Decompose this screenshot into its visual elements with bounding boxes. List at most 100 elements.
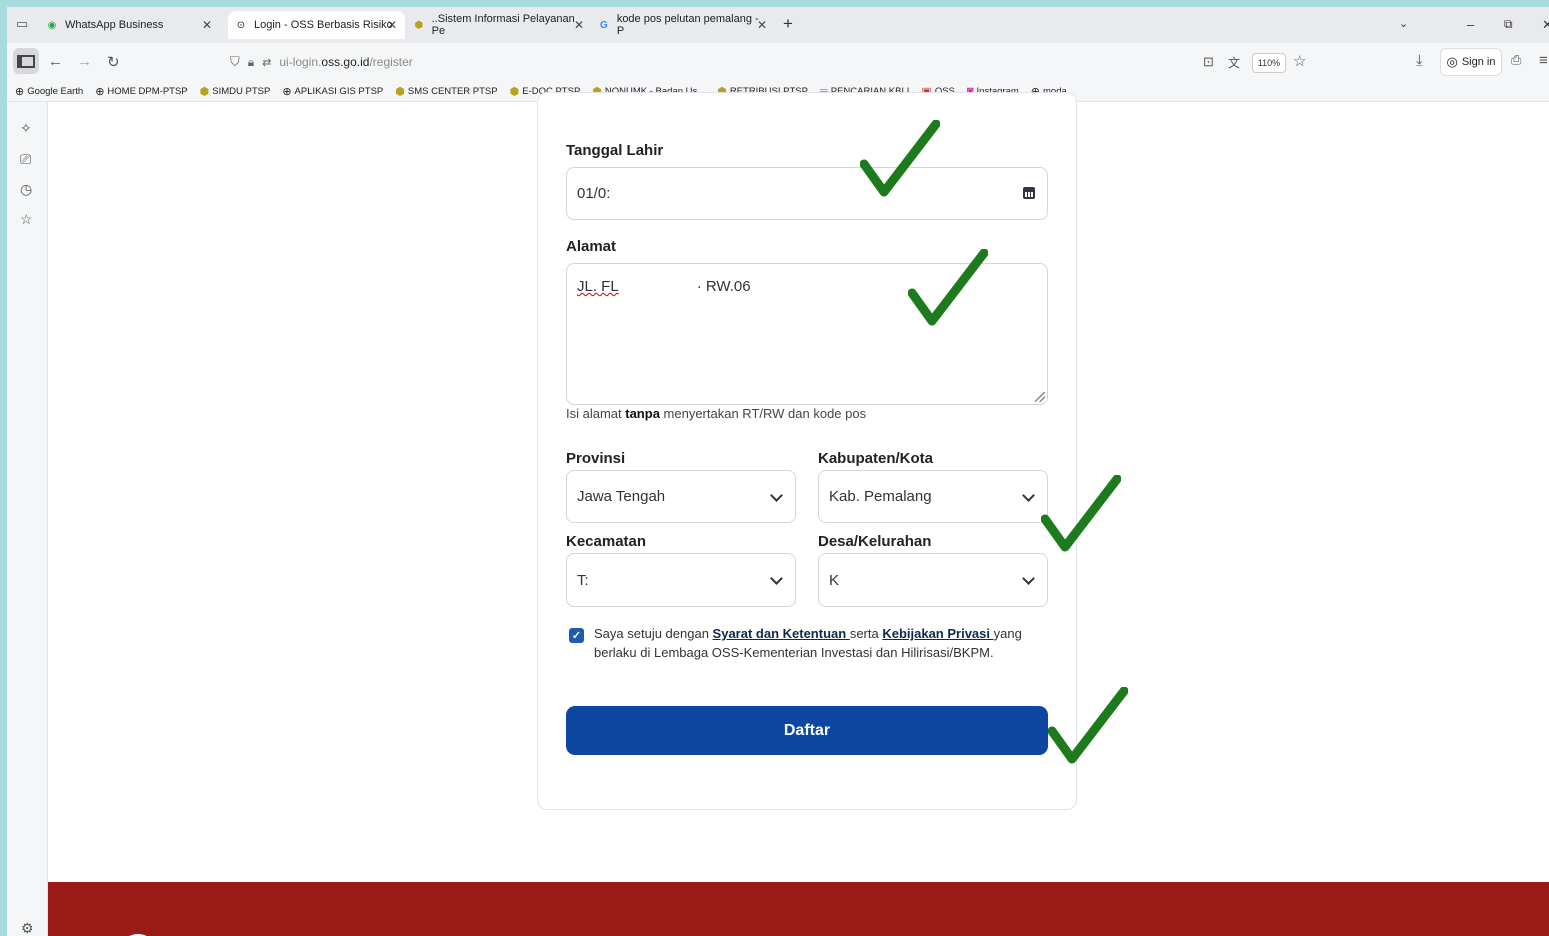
- desa-value: K: [829, 571, 840, 589]
- globe-icon: ⊙: [236, 19, 246, 31]
- emblem-icon: ⬢: [199, 85, 210, 98]
- chevron-down-icon: [1022, 488, 1035, 502]
- help-bold: tanpa: [625, 406, 660, 421]
- footer-logo-icon: [129, 934, 147, 936]
- kecamatan-label: Kecamatan: [566, 533, 647, 550]
- emblem-icon: ⬢: [395, 85, 405, 98]
- kabupaten-value: Kab. Pemalang: [829, 488, 932, 505]
- tab-title: WhatsApp Business: [65, 19, 164, 31]
- resize-handle[interactable]: [1035, 392, 1045, 402]
- provinsi-label: Provinsi: [566, 450, 626, 467]
- sidebar-icon: [17, 54, 35, 68]
- alamat-help-text: Isi alamat tanpa menyertakan RT/RW dan k…: [566, 406, 866, 421]
- translate-icon[interactable]: 文: [1228, 54, 1240, 71]
- star-icon[interactable]: ☆: [20, 211, 33, 228]
- close-icon[interactable]: ✕: [387, 18, 397, 32]
- agree-text: Saya setuju dengan Syarat dan Ketentuan …: [594, 624, 1054, 662]
- address-bar[interactable]: ⛉ 🔒︎ ⇄ ui-login. oss.go.id/register: [222, 48, 1312, 76]
- menu-icon[interactable]: ≡: [1539, 52, 1548, 69]
- reload-button[interactable]: ↻: [107, 53, 120, 71]
- bookmark-item[interactable]: ⊕ HOME DPM-PTSP: [95, 85, 187, 98]
- browser-sidebar: ✧ ⎚ ◷ ☆ ⚙: [7, 102, 48, 936]
- ai-sparkle-icon[interactable]: ✧: [20, 120, 32, 137]
- minimize-button[interactable]: –: [1467, 17, 1474, 32]
- provinsi-select[interactable]: Jawa Tengah: [566, 470, 796, 523]
- tab-title: ..Sistem Informasi Pelayanan Pe: [431, 13, 575, 37]
- download-icon[interactable]: ⤓: [1416, 52, 1423, 69]
- daftar-button[interactable]: Daftar: [566, 706, 1048, 755]
- checkmark-icon: ✓: [571, 630, 582, 642]
- sign-in-button[interactable]: ◎ Sign in: [1440, 48, 1502, 76]
- star-icon[interactable]: ☆: [1293, 52, 1306, 70]
- tab-sistem-informasi[interactable]: ⬢ ..Sistem Informasi Pelayanan Pe ✕: [412, 11, 587, 39]
- google-icon: G: [600, 19, 608, 31]
- terms-link[interactable]: Syarat dan Ketentuan: [713, 626, 850, 641]
- page-footer: [48, 882, 1549, 936]
- window-close-button[interactable]: ✕: [1542, 17, 1549, 33]
- tab-whatsapp[interactable]: ◉ WhatsApp Business ✕: [45, 11, 220, 39]
- close-icon[interactable]: ✕: [574, 18, 584, 32]
- tab-title: kode pos pelutan pemalang - P: [616, 13, 759, 37]
- calendar-icon[interactable]: [1023, 186, 1035, 199]
- tab-kode-pos[interactable]: G kode pos pelutan pemalang - P ✕: [597, 11, 767, 39]
- new-tab-button[interactable]: +: [783, 14, 793, 34]
- agree-checkbox[interactable]: ✓: [569, 628, 584, 643]
- bookmark-item[interactable]: ⬢ SMS CENTER PTSP: [395, 85, 497, 98]
- alamat-value-part1: JL. FL: [577, 278, 619, 295]
- tab-overview-icon[interactable]: ▭: [16, 16, 28, 32]
- gear-icon[interactable]: ⚙: [21, 920, 34, 936]
- emblem-icon: ⬢: [414, 19, 424, 31]
- alamat-value-part2: · RW.06: [696, 278, 751, 295]
- globe-icon: ⊕: [15, 85, 25, 98]
- globe-icon: ⊕: [95, 85, 105, 98]
- lock-icon: 🔒︎: [247, 54, 255, 69]
- registration-card: Tanggal Lahir 01/0: Alamat JL. FL · RW.0…: [537, 92, 1077, 810]
- tanggal-lahir-input[interactable]: 01/0:: [566, 167, 1048, 220]
- desa-select[interactable]: K: [818, 553, 1048, 607]
- bookmark-item[interactable]: ⬢ SIMDU PTSP: [200, 85, 271, 98]
- url-path: /register: [369, 55, 413, 69]
- close-icon[interactable]: ✕: [757, 18, 767, 32]
- bookmark-label: SIMDU PTSP: [212, 85, 271, 97]
- tab-title: Login - OSS Berbasis Risiko: [254, 19, 393, 31]
- bookmark-label: SMS CENTER PTSP: [407, 85, 498, 97]
- chevron-down-icon: [770, 488, 783, 502]
- bookmark-label: Google Earth: [27, 85, 84, 97]
- chevron-down-icon: [1022, 572, 1035, 585]
- sidebar-toggle-button[interactable]: [13, 48, 39, 74]
- page-content: Tanggal Lahir 01/0: Alamat JL. FL · RW.0…: [48, 92, 1549, 936]
- help-pre: Isi alamat: [566, 406, 626, 421]
- tab-strip: ▭ ◉ WhatsApp Business ✕ ⊙ Login - OSS Be…: [7, 7, 1549, 43]
- history-icon[interactable]: ◷: [20, 181, 32, 198]
- screenshot-icon[interactable]: ⊡: [1203, 54, 1214, 70]
- chevron-down-icon[interactable]: ⌄: [1399, 17, 1408, 30]
- privacy-link[interactable]: Kebijakan Privasi: [882, 626, 993, 641]
- agree-post: yang: [993, 626, 1022, 641]
- kabupaten-label: Kabupaten/Kota: [818, 450, 934, 467]
- share-icon[interactable]: ⎙: [1511, 52, 1521, 68]
- account-icon: ◎: [1446, 54, 1458, 69]
- close-icon[interactable]: ✕: [202, 18, 212, 32]
- zoom-level[interactable]: 110%: [1252, 53, 1286, 73]
- forward-button[interactable]: →: [77, 53, 92, 70]
- bookmark-item[interactable]: ⊕ Google Earth: [15, 85, 83, 98]
- restore-button[interactable]: ⧉: [1504, 17, 1513, 32]
- bookmark-label: HOME DPM-PTSP: [107, 85, 188, 97]
- tab-oss-login[interactable]: ⊙ Login - OSS Berbasis Risiko ✕: [228, 11, 405, 39]
- bookmarks-icon[interactable]: ⎚: [20, 151, 31, 168]
- globe-icon: ⊕: [282, 85, 292, 98]
- check-annotation-2: [908, 249, 988, 326]
- shield-icon: ⛉: [230, 54, 240, 69]
- desa-label: Desa/Kelurahan: [818, 533, 932, 550]
- agree-mid: serta: [849, 626, 883, 641]
- navigation-bar: ← → ↻ ⛉ 🔒︎ ⇄ ui-login. oss.go.id/register…: [7, 43, 1549, 81]
- bookmark-item[interactable]: ⊕ APLIKASI GIS PTSP: [282, 85, 383, 98]
- tanggal-lahir-value: 01/0:: [577, 185, 611, 202]
- check-annotation-4: [1048, 687, 1128, 764]
- check-annotation-1: [860, 120, 940, 197]
- whatsapp-icon: ◉: [47, 19, 57, 31]
- back-button[interactable]: ←: [48, 53, 63, 70]
- kabupaten-select[interactable]: Kab. Pemalang: [818, 470, 1048, 523]
- kecamatan-select[interactable]: T:: [566, 553, 796, 607]
- browser-window: ▭ ◉ WhatsApp Business ✕ ⊙ Login - OSS Be…: [7, 7, 1549, 936]
